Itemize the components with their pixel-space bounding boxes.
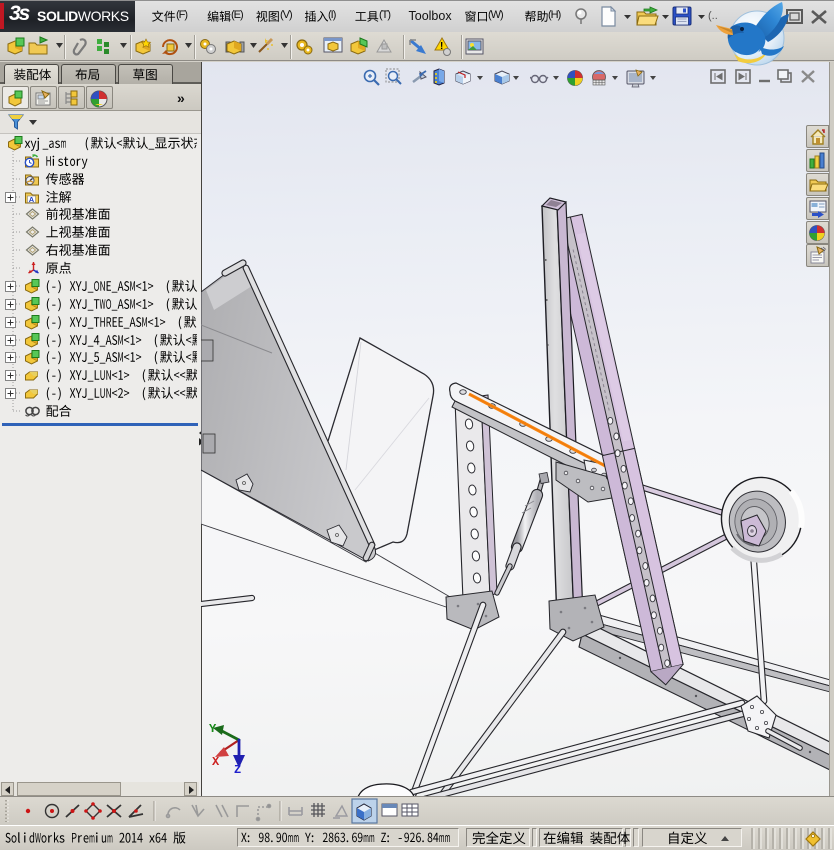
- svg-text:X: X: [212, 755, 220, 769]
- svg-text:Z: Z: [234, 763, 241, 777]
- svg-text:!: !: [440, 41, 443, 52]
- svg-text:Y: Y: [209, 722, 217, 736]
